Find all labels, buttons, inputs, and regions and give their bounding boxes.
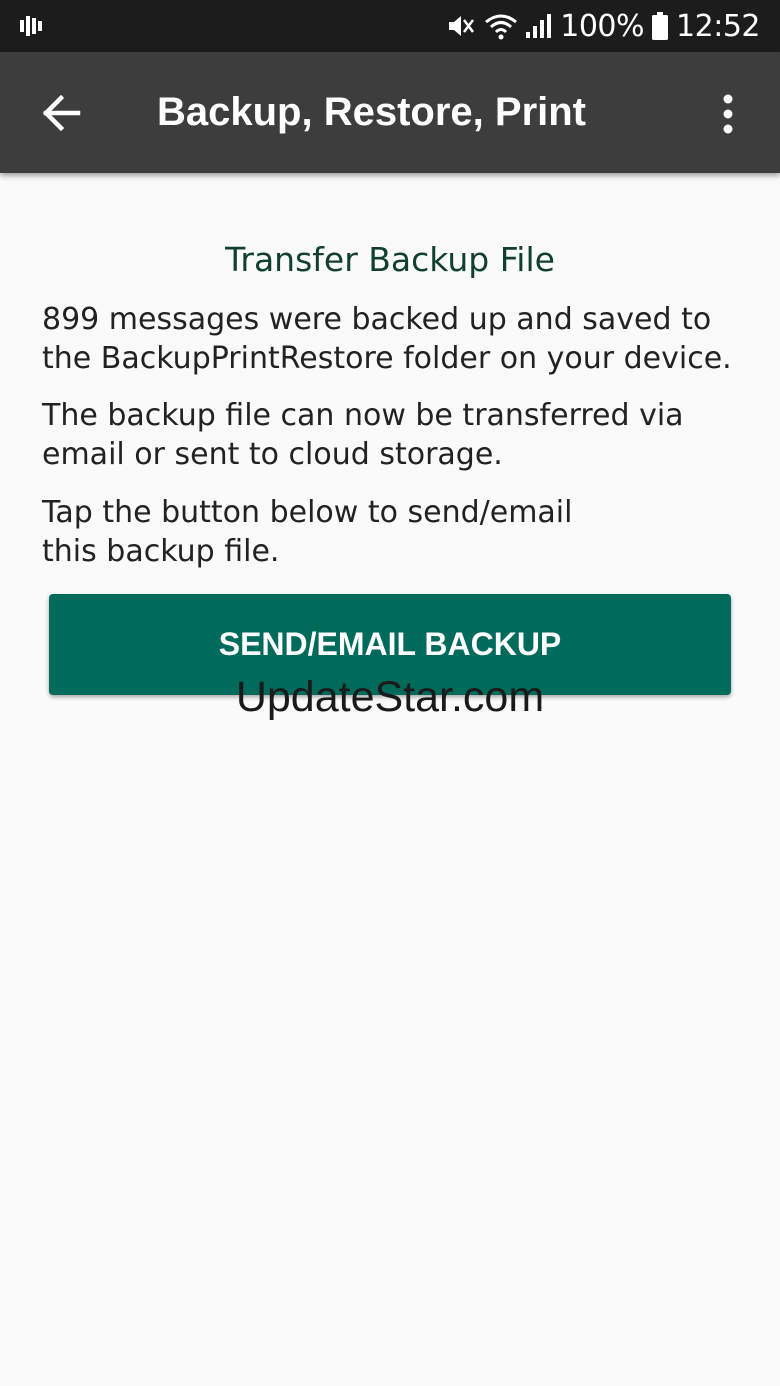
status-bar: 100% 12:52: [0, 0, 780, 52]
equalizer-icon: [20, 14, 46, 38]
app-bar: Backup, Restore, Print: [0, 52, 780, 173]
overflow-menu-button[interactable]: [696, 82, 760, 146]
mute-icon: [446, 12, 476, 40]
battery-icon: [652, 12, 669, 40]
instruction-text: Tap the button below to send/email this …: [42, 495, 573, 569]
page-title: Backup, Restore, Print: [157, 90, 587, 134]
more-vert-icon: [723, 94, 733, 134]
transfer-info-text: The backup file can now be transferred v…: [42, 398, 684, 472]
battery-text: 100%: [560, 8, 645, 44]
wifi-icon: [484, 12, 518, 40]
backup-summary-text: 899 messages were backed up and saved to…: [42, 302, 732, 376]
section-title: Transfer Backup File: [225, 240, 555, 279]
clock: 12:52: [676, 8, 760, 44]
signal-icon: [526, 12, 552, 40]
status-icons: 100% 12:52: [446, 0, 760, 52]
watermark: UpdateStar.com: [235, 673, 545, 721]
back-button[interactable]: [26, 78, 96, 148]
arrow-left-icon: [42, 95, 81, 131]
